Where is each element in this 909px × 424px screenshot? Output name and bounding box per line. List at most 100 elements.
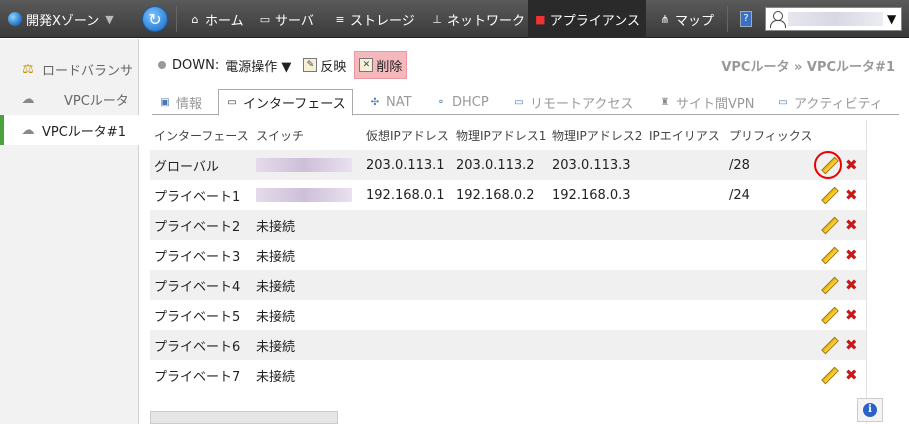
virtual-ip: 203.0.113.1: [366, 157, 445, 173]
delete-x-icon[interactable]: ✖: [845, 307, 858, 323]
nav-home[interactable]: ⌂ ホーム: [182, 0, 250, 38]
edit-pencil-icon[interactable]: [819, 216, 837, 234]
remote-access-icon: ▭: [514, 96, 524, 108]
sidebar-item-load-balancer[interactable]: ⚖ ロードバランサ: [0, 54, 139, 84]
column-header: 仮想IPアドレス: [366, 128, 449, 143]
interface-name: プライベート3: [154, 249, 241, 265]
nav-separator: [176, 6, 177, 32]
activity-icon: ▭: [778, 96, 788, 108]
feedback-bar[interactable]: [150, 411, 338, 424]
interface-name: プライベート2: [154, 219, 241, 235]
breadcrumb: VPCルータ » VPCルータ#1: [721, 60, 895, 75]
switch-cell: 未接続: [256, 249, 296, 265]
switch-cell: 未接続: [256, 369, 296, 385]
dhcp-icon: ⚬: [436, 96, 446, 108]
info-button[interactable]: i: [857, 398, 883, 422]
home-icon: ⌂: [191, 12, 199, 26]
tab-label: 情報: [176, 96, 203, 112]
tab-label: DHCP: [452, 94, 489, 110]
delete-x-icon[interactable]: ✖: [845, 337, 858, 353]
table-row: プライベート2 未接続 ✖: [150, 210, 866, 240]
toolbar: DOWN: 電源操作 ▼ ✎ 反映 ✕ 削除: [152, 50, 408, 80]
switch-cell: 未接続: [256, 219, 296, 235]
nav-home-label: ホーム: [205, 13, 244, 29]
sidebar: ⚖ ロードバランサ ☁ VPCルータ ☁ VPCルータ#1: [0, 39, 139, 424]
network-icon: ⊥: [432, 12, 442, 26]
sidebar-item-label: VPCルータ: [64, 93, 129, 109]
caret-down-icon: ▼: [105, 12, 114, 26]
delete-x-icon[interactable]: ✖: [845, 277, 858, 293]
user-menu[interactable]: ▼: [765, 7, 902, 31]
nat-icon: ✣: [370, 96, 380, 108]
edit-pencil-icon[interactable]: [819, 246, 837, 264]
interface-name: プライベート5: [154, 309, 241, 325]
column-header: IPエイリアス: [649, 128, 720, 143]
nav-network-label: ネットワーク: [447, 13, 526, 29]
delete-x-icon[interactable]: ✖: [845, 157, 858, 173]
nav-map[interactable]: ⋔ マップ: [652, 0, 720, 38]
monitor-icon: ▭: [227, 97, 237, 108]
edit-pencil-icon[interactable]: [819, 366, 837, 384]
balance-icon: ⚖: [22, 61, 34, 77]
apply-button[interactable]: ✎ 反映: [299, 51, 350, 79]
column-header: インターフェース: [154, 128, 249, 143]
interface-name: プライベート1: [154, 189, 241, 205]
nav-network[interactable]: ⊥ ネットワーク: [424, 0, 531, 38]
tab-label: リモートアクセス: [530, 96, 634, 112]
tab-interface[interactable]: ▭ インターフェース: [218, 89, 353, 116]
refresh-icon: ↻: [148, 9, 162, 29]
switch-redacted: [256, 188, 352, 202]
delete-button[interactable]: ✕ 削除: [354, 51, 408, 79]
zone-label: 開発Xゾーン: [26, 13, 100, 29]
edit-pencil-icon[interactable]: [819, 186, 837, 204]
tab-info[interactable]: ▣ 情報: [158, 89, 202, 115]
delete-x-icon[interactable]: ✖: [845, 367, 858, 383]
tab-activity[interactable]: ▭ アクティビティ: [776, 89, 883, 115]
tab-site-vpn[interactable]: ♜ サイト間VPN: [658, 89, 755, 115]
map-icon: ⋔: [660, 12, 670, 26]
interface-name: プライベート4: [154, 279, 241, 295]
switch-cell: 未接続: [256, 309, 296, 325]
interface-name: プライベート6: [154, 339, 241, 355]
info-icon: i: [863, 403, 877, 417]
switch-cell: 未接続: [256, 339, 296, 355]
nav-server[interactable]: ▭ サーバ: [252, 0, 320, 38]
tab-nat[interactable]: ✣ NAT: [368, 89, 412, 115]
delete-x-icon[interactable]: ✖: [845, 187, 858, 203]
delete-x-icon[interactable]: ✖: [845, 247, 858, 263]
table-row: プライベート6 未接続 ✖: [150, 330, 866, 360]
sidebar-item-vpc-router-1[interactable]: ☁ VPCルータ#1: [0, 115, 139, 145]
info-card-icon: ▣: [160, 96, 170, 108]
apply-label: 反映: [320, 59, 347, 75]
physical-ip-1: 192.168.0.2: [456, 187, 535, 203]
prefix: /28: [729, 157, 750, 173]
cloud-icon: ☁: [21, 122, 35, 138]
tab-remote-access[interactable]: ▭ リモートアクセス: [512, 89, 633, 115]
switch-redacted: [256, 158, 352, 172]
power-operation-button[interactable]: 電源操作 ▼: [223, 51, 295, 79]
apply-icon: ✎: [303, 58, 318, 72]
nav-appliance-label: アプライアンス: [549, 13, 640, 29]
switch-cell: [256, 180, 352, 210]
virtual-ip: 192.168.0.1: [366, 187, 445, 203]
edit-pencil-icon[interactable]: [819, 306, 837, 324]
refresh-button[interactable]: ↻: [142, 6, 168, 32]
sidebar-item-vpc-router[interactable]: ☁ VPCルータ: [0, 84, 139, 114]
cloud-icon: ☁: [21, 91, 35, 107]
username-redacted: [788, 12, 883, 26]
edit-pencil-icon[interactable]: [819, 336, 837, 354]
zone-selector[interactable]: 開発Xゾーン ▼: [0, 0, 136, 38]
nav-appliance[interactable]: ■ アプライアンス: [528, 0, 646, 38]
tab-label: NAT: [386, 94, 412, 110]
interface-table: インターフェース スイッチ 仮想IPアドレス 物理IPアドレス1 物理IPアドレ…: [150, 120, 866, 390]
delete-x-icon[interactable]: ✖: [845, 217, 858, 233]
nav-storage[interactable]: ≡ ストレージ: [327, 0, 421, 38]
column-header: スイッチ: [256, 128, 305, 143]
switch-cell: 未接続: [256, 279, 296, 295]
interface-name: グローバル: [154, 159, 219, 175]
physical-ip-1: 203.0.113.2: [456, 157, 535, 173]
help-icon[interactable]: ?: [740, 11, 752, 27]
nav-separator: [727, 6, 728, 32]
edit-pencil-icon[interactable]: [819, 276, 837, 294]
tab-dhcp[interactable]: ⚬ DHCP: [434, 89, 489, 115]
